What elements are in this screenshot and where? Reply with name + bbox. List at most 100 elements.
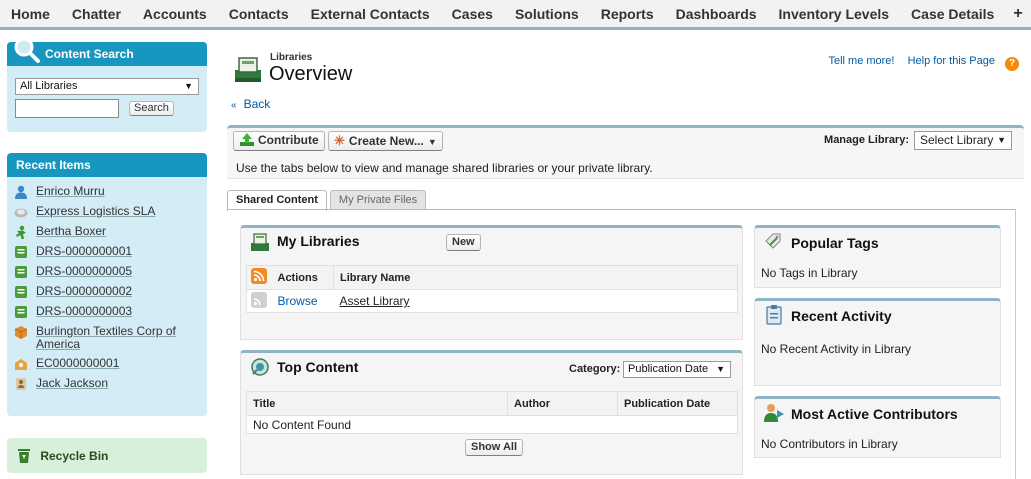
custom-record-icon: [15, 306, 27, 318]
category-select[interactable]: Publication Date ▼: [623, 361, 731, 378]
recent-item-label[interactable]: Jack Jackson: [36, 377, 108, 390]
tab-dashboards[interactable]: Dashboards: [665, 0, 768, 28]
actions-header-cell: [246, 265, 272, 290]
content-search-body: All Libraries ▼ Search: [7, 66, 207, 132]
manage-library-label: Manage Library:: [824, 134, 909, 146]
sunburst-icon: ✳: [334, 133, 345, 148]
recent-item[interactable]: Enrico Murru: [7, 182, 207, 202]
dropdown-arrow-icon: ▼: [184, 81, 193, 91]
column-header: Title: [246, 391, 508, 416]
table-header-row: Title Author Publication Date: [246, 391, 738, 416]
tell-me-more-link[interactable]: Tell me more!: [828, 55, 894, 67]
category-label: Category:: [569, 363, 621, 375]
top-content-panel: Top Content Category: Publication Date ▼…: [240, 350, 743, 475]
column-header: Publication Date: [617, 391, 738, 416]
libraries-icon: [235, 57, 261, 82]
library-select[interactable]: All Libraries ▼: [15, 78, 199, 95]
library-toolbar: Contribute ✳ Create New... ▼ Manage Librar…: [227, 125, 1024, 179]
popular-tags-title: Popular Tags: [791, 235, 879, 251]
recent-item-label[interactable]: DRS-0000000005: [36, 265, 132, 278]
tab-shared-content[interactable]: Shared Content: [227, 190, 327, 211]
all-tabs-plus-icon[interactable]: +: [1005, 0, 1030, 28]
tab-external-contacts[interactable]: External Contacts: [300, 0, 441, 28]
search-button[interactable]: Search: [129, 101, 174, 116]
row-icon-cell: [247, 290, 272, 313]
recent-item[interactable]: EC0000000001: [7, 354, 207, 374]
account-icon: [14, 326, 28, 339]
recent-item-label[interactable]: Enrico Murru: [36, 185, 105, 198]
recent-item[interactable]: DRS-0000000001: [7, 242, 207, 262]
recent-item[interactable]: Express Logistics SLA: [7, 202, 207, 222]
libraries-icon: [251, 233, 269, 251]
table-row: No Content Found: [247, 416, 738, 434]
recent-activity-empty: No Recent Activity in Library: [761, 342, 912, 356]
content-search-header: Content Search: [7, 37, 207, 66]
dropdown-arrow-icon: ▼: [716, 364, 725, 374]
content-subtabs: Shared Content My Private Files: [227, 190, 429, 211]
main-tab-bar: Home Chatter Accounts Contacts External …: [0, 0, 1031, 30]
recent-item-label[interactable]: Express Logistics SLA: [36, 205, 155, 218]
tab-case-details[interactable]: Case Details: [900, 0, 1005, 28]
tab-chatter[interactable]: Chatter: [61, 0, 132, 28]
popular-tags-panel: Popular Tags No Tags in Library: [754, 225, 1001, 288]
help-for-page-link[interactable]: Help for this Page?: [907, 55, 1019, 71]
top-content-icon: [251, 358, 269, 376]
recent-item[interactable]: DRS-0000000005: [7, 262, 207, 282]
empty-message: No Content Found: [253, 417, 352, 432]
page-title: Overview: [269, 63, 353, 85]
recent-item[interactable]: Jack Jackson: [7, 374, 207, 394]
browse-link[interactable]: Browse: [272, 290, 334, 313]
recent-item[interactable]: DRS-0000000002: [7, 282, 207, 302]
tab-my-private-files[interactable]: My Private Files: [329, 190, 427, 210]
recent-item[interactable]: Burlington Textiles Corp of America: [7, 322, 207, 354]
top-content-table: Title Author Publication Date No Content…: [246, 391, 738, 434]
table-header-row: Actions Library Name: [246, 265, 738, 290]
recent-item-label[interactable]: DRS-0000000001: [36, 245, 132, 258]
recent-item-label[interactable]: DRS-0000000003: [36, 305, 132, 318]
recent-item[interactable]: Bertha Boxer: [7, 222, 207, 242]
custom-record-icon: [15, 286, 27, 298]
recent-item-label[interactable]: Bertha Boxer: [36, 225, 106, 238]
back-link[interactable]: « Back: [231, 97, 270, 111]
recent-item[interactable]: DRS-0000000003: [7, 302, 207, 322]
column-header: Library Name: [333, 265, 738, 290]
rss-feed-icon: [251, 268, 267, 284]
upload-arrow-icon: [240, 133, 254, 146]
help-icon: ?: [1005, 57, 1019, 71]
manage-library-select[interactable]: Select Library ▼: [914, 131, 1012, 150]
tab-reports[interactable]: Reports: [590, 0, 665, 28]
contact-person-icon: [15, 185, 27, 199]
tab-solutions[interactable]: Solutions: [504, 0, 590, 28]
magnifier-icon: [14, 37, 40, 63]
contributors-panel: Most Active Contributors No Contributors…: [754, 396, 1001, 458]
tab-cases[interactable]: Cases: [441, 0, 504, 28]
new-library-button[interactable]: New: [446, 234, 481, 251]
popular-tags-empty: No Tags in Library: [761, 266, 858, 280]
external-contact-icon: [15, 359, 27, 370]
tab-accounts[interactable]: Accounts: [132, 0, 218, 28]
tab-inventory-levels[interactable]: Inventory Levels: [768, 0, 901, 28]
toolbar-description: Use the tabs below to view and manage sh…: [236, 161, 653, 175]
tab-contacts[interactable]: Contacts: [218, 0, 300, 28]
create-new-button[interactable]: ✳ Create New... ▼: [328, 131, 443, 151]
contribute-button[interactable]: Contribute: [233, 131, 325, 151]
library-select-value: All Libraries: [20, 80, 78, 92]
dropdown-arrow-icon: ▼: [427, 137, 437, 147]
content-search-input[interactable]: [15, 99, 119, 118]
library-name-cell: Asset Library: [334, 290, 738, 313]
tags-icon: [765, 233, 781, 249]
recent-item-label[interactable]: EC0000000001: [36, 357, 119, 370]
top-content-title: Top Content: [277, 359, 359, 375]
recent-items-title: Recent Items: [16, 158, 91, 172]
help-link-label: Help for this Page: [907, 55, 995, 67]
clipboard-icon: [766, 305, 782, 325]
show-all-button[interactable]: Show All: [465, 439, 524, 456]
recent-items-header: Recent Items: [7, 153, 207, 177]
library-name-link[interactable]: Asset Library: [340, 294, 410, 308]
dropdown-arrow-icon: ▼: [997, 135, 1006, 145]
contribute-label: Contribute: [258, 133, 319, 147]
recent-item-label[interactable]: Burlington Textiles Corp of America: [36, 325, 207, 351]
recent-item-label[interactable]: DRS-0000000002: [36, 285, 132, 298]
recycle-bin[interactable]: Recycle Bin: [7, 438, 207, 473]
tab-home[interactable]: Home: [0, 0, 61, 28]
